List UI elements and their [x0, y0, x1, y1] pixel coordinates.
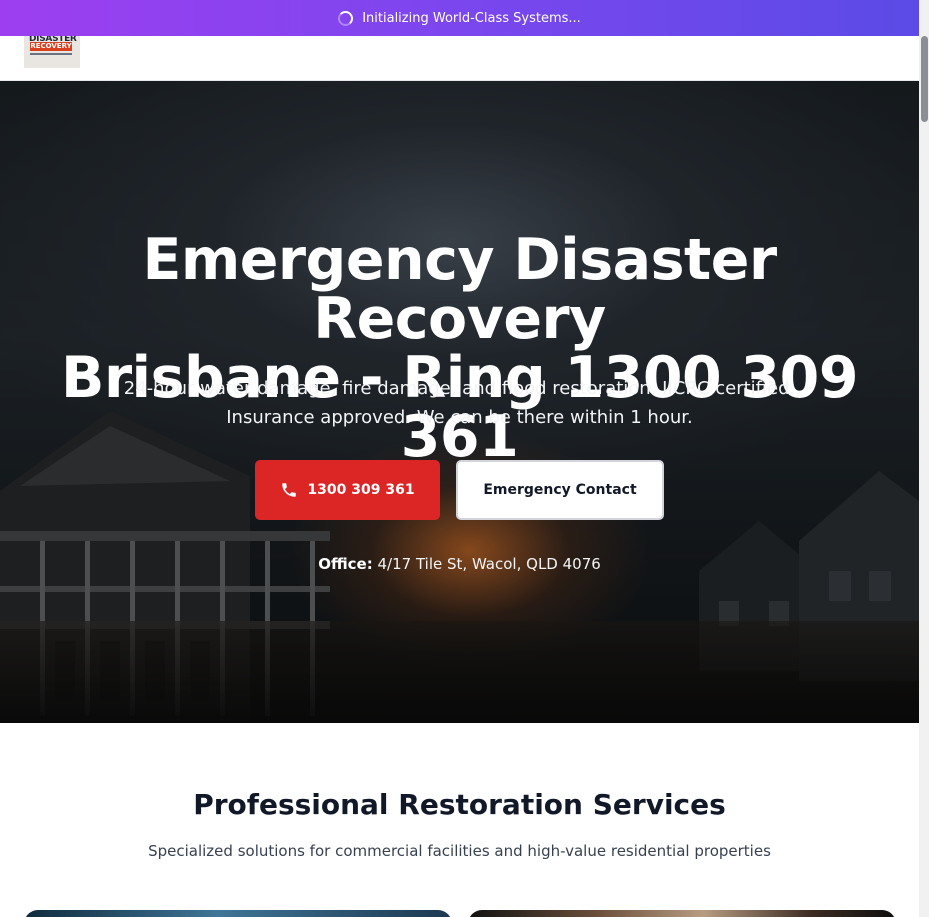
call-now-button-label: 1300 309 361: [307, 482, 415, 498]
emergency-contact-button[interactable]: Emergency Contact: [456, 460, 664, 520]
banner-text: Initializing World-Class Systems...: [362, 10, 581, 26]
office-address-text: 4/17 Tile St, Wacol, QLD 4076: [377, 555, 601, 573]
emergency-contact-button-label: Emergency Contact: [483, 482, 637, 498]
site-logo[interactable]: DISASTER RECOVERY: [24, 36, 80, 68]
logo-text-recovery: RECOVERY: [30, 42, 72, 51]
hero-subtitle: 24-hour water damage, fire damage, and f…: [100, 374, 819, 432]
loading-spinner-icon: [338, 10, 354, 26]
call-now-button[interactable]: 1300 309 361: [255, 460, 440, 520]
hero-section: Emergency Disaster Recovery Brisbane - R…: [0, 81, 919, 723]
services-section-title: Professional Restoration Services: [193, 788, 726, 821]
site-header: DISASTER RECOVERY: [0, 36, 919, 81]
page-scrollbar-thumb[interactable]: [921, 36, 928, 122]
service-card-image-residential[interactable]: [468, 910, 896, 917]
logo-underline: [30, 53, 72, 55]
services-section-subtitle: Specialized solutions for commercial fac…: [148, 842, 771, 860]
hero-subtitle-line-2: Insurance approved. We can be there with…: [226, 407, 693, 428]
service-card-image-commercial[interactable]: [24, 910, 452, 917]
office-label: Office:: [318, 555, 373, 573]
phone-icon: [280, 481, 298, 499]
initializing-banner: Initializing World-Class Systems...: [0, 0, 919, 36]
office-address: Office: 4/17 Tile St, Wacol, QLD 4076: [0, 555, 919, 573]
hero-title-line-1: Emergency Disaster Recovery: [142, 227, 777, 352]
page-scrollbar-track[interactable]: [919, 0, 929, 917]
hero-subtitle-line-1: 24-hour water damage, fire damage, and f…: [123, 378, 796, 399]
